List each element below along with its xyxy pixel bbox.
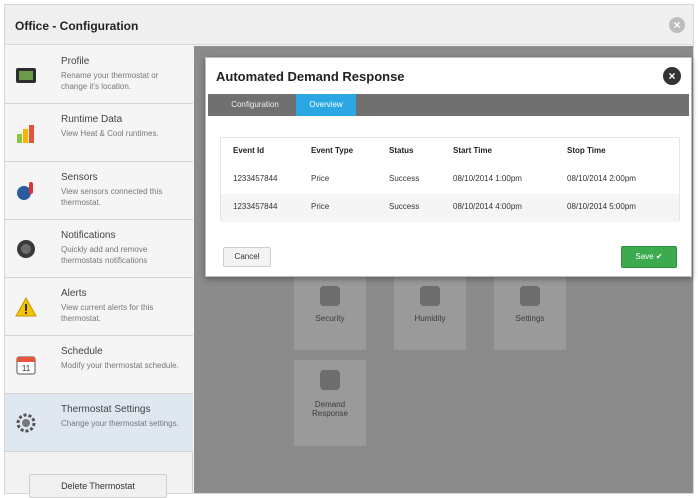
column-header: Status [389, 146, 414, 155]
security-icon [320, 286, 340, 306]
tile-settings[interactable]: Settings [494, 276, 566, 350]
tile-label: Demand Response [311, 400, 349, 418]
tile-label: Security [315, 314, 345, 323]
sidebar-item-label: Sensors [61, 172, 98, 183]
gear-icon [16, 413, 36, 433]
window-header: Office - Configuration × [5, 5, 693, 45]
sidebar-item-label: Thermostat Settings [61, 404, 151, 415]
table-row: 1233457844 Price Success 08/10/2014 1:00… [221, 166, 679, 194]
notification-icon [17, 240, 35, 258]
sidebar-item-label: Runtime Data [61, 114, 123, 125]
demand-response-dialog: Automated Demand Response × Configuratio… [205, 57, 692, 277]
table-row: 1233457844 Price Success 08/10/2014 4:00… [221, 194, 679, 222]
sidebar-item-profile[interactable]: Profile Rename your thermostat or change… [5, 46, 193, 104]
sidebar-item-description: View current alerts for this thermostat. [61, 303, 154, 323]
demand-response-icon [320, 370, 340, 390]
tile-humidity[interactable]: Humidity [394, 276, 466, 350]
tab-configuration[interactable]: Configuration [214, 94, 296, 116]
calendar-icon: 11 [16, 356, 36, 375]
settings-icon [520, 286, 540, 306]
tab-bar: Configuration Overview [208, 94, 689, 116]
humidity-icon [420, 286, 440, 306]
stop-time-cell: 08/10/2014 5:00pm [567, 202, 636, 211]
sidebar-item-label: Schedule [61, 346, 103, 357]
events-table: Event Id Event Type Status Start Time St… [220, 137, 680, 222]
column-header: Event Id [233, 146, 265, 155]
event-id-cell: 1233457844 [233, 202, 278, 211]
sidebar-item-description: Quickly add and remove thermostats notif… [61, 245, 148, 265]
sidebar-item-schedule[interactable]: 11 Schedule Modify your thermostat sched… [5, 336, 193, 394]
tile-demand-response[interactable]: Demand Response [294, 360, 366, 446]
table-header-row: Event Id Event Type Status Start Time St… [221, 138, 679, 166]
sidebar-item-description: Rename your thermostat or change it's lo… [61, 71, 159, 91]
tile-security[interactable]: Security [294, 276, 366, 350]
tile-label: Humidity [414, 314, 446, 323]
sidebar: Profile Rename your thermostat or change… [5, 46, 193, 498]
sidebar-item-description: Change your thermostat settings. [61, 419, 179, 428]
event-type-cell: Price [311, 174, 330, 183]
column-header: Stop Time [567, 146, 606, 155]
event-id-cell: 1233457844 [233, 174, 278, 183]
sidebar-item-description: Modify your thermostat schedule. [61, 361, 179, 370]
sidebar-item-thermostat-settings[interactable]: Thermostat Settings Change your thermost… [5, 394, 193, 452]
dialog-title: Automated Demand Response [216, 69, 405, 84]
sidebar-item-label: Profile [61, 56, 90, 67]
status-cell: Success [389, 202, 420, 211]
sensor-icon [17, 182, 33, 200]
start-time-cell: 08/10/2014 4:00pm [453, 202, 522, 211]
sidebar-item-sensors[interactable]: Sensors View sensors connected this ther… [5, 162, 193, 220]
save-button[interactable]: Save ✔ [621, 246, 677, 268]
cancel-button[interactable]: Cancel [223, 247, 271, 267]
svg-text:11: 11 [22, 364, 31, 373]
close-icon[interactable]: × [663, 67, 681, 85]
sidebar-item-description: View Heat & Cool runtimes. [61, 129, 159, 138]
sidebar-item-alerts[interactable]: Alerts View current alerts for this ther… [5, 278, 193, 336]
warning-icon [15, 296, 37, 317]
tab-overview[interactable]: Overview [296, 94, 356, 116]
bar-chart-icon [17, 125, 34, 143]
sidebar-item-notifications[interactable]: Notifications Quickly add and remove the… [5, 220, 193, 278]
event-type-cell: Price [311, 202, 330, 211]
profile-icon [16, 68, 36, 83]
start-time-cell: 08/10/2014 1:00pm [453, 174, 522, 183]
window-title: Office - Configuration [15, 19, 139, 33]
status-cell: Success [389, 174, 420, 183]
sidebar-item-description: View sensors connected this thermostat. [61, 187, 163, 207]
close-icon[interactable]: × [669, 17, 685, 33]
sidebar-item-runtime-data[interactable]: Runtime Data View Heat & Cool runtimes. [5, 104, 193, 162]
column-header: Event Type [311, 146, 354, 155]
delete-thermostat-button[interactable]: Delete Thermostat [29, 474, 167, 498]
stop-time-cell: 08/10/2014 2:00pm [567, 174, 636, 183]
sidebar-item-label: Alerts [61, 288, 87, 299]
column-header: Start Time [453, 146, 492, 155]
sidebar-item-label: Notifications [61, 230, 116, 241]
tile-label: Settings [515, 314, 545, 323]
